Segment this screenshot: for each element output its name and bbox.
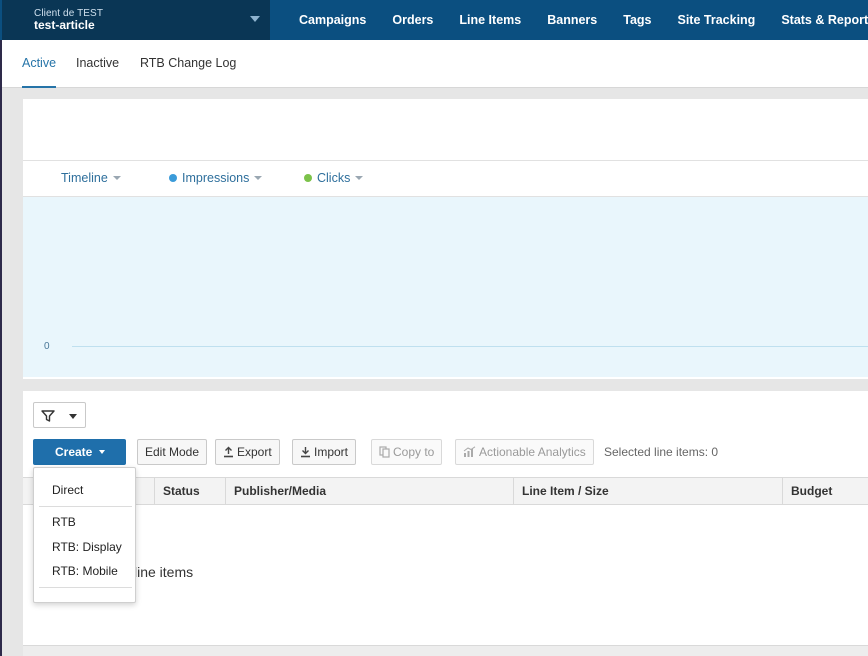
import-button[interactable]: Import [292, 439, 357, 465]
window-edge [0, 0, 2, 656]
nav-banners[interactable]: Banners [534, 0, 610, 40]
chevron-down-icon [355, 176, 364, 180]
impressions-dropdown[interactable]: Impressions [169, 161, 263, 196]
bottom-panel-edge [23, 645, 868, 656]
menu-item-rtb[interactable]: RTB [52, 515, 76, 529]
column-header-status[interactable]: Status [154, 478, 233, 504]
column-header-publisher-media[interactable]: Publisher/Media [225, 478, 514, 504]
y-tick-label: 0 [44, 341, 50, 352]
impressions-dot-icon [169, 174, 177, 182]
clicks-dot-icon [304, 174, 312, 182]
sub-tabs: Active Inactive RTB Change Log [2, 40, 868, 88]
export-label: Export [237, 445, 272, 459]
chevron-down-icon [250, 16, 260, 22]
export-icon [224, 446, 233, 458]
chart-baseline [72, 346, 868, 347]
chevron-down-icon [254, 176, 263, 180]
chevron-down-icon [69, 414, 77, 419]
tab-rtb-change-log[interactable]: RTB Change Log [140, 40, 236, 88]
copy-to-label: Copy to [393, 445, 435, 459]
menu-item-rtb-mobile[interactable]: RTB: Mobile [52, 564, 118, 578]
nav-stats-reports[interactable]: Stats & Reports [768, 0, 868, 40]
column-header-budget[interactable]: Budget [782, 478, 868, 504]
edit-mode-button[interactable]: Edit Mode [137, 439, 208, 465]
table-header: Status Publisher/Media Line Item / Size … [23, 477, 868, 505]
nav-orders[interactable]: Orders [379, 0, 446, 40]
copy-icon [379, 446, 390, 458]
column-header-line-item-size[interactable]: Line Item / Size [513, 478, 782, 504]
selected-count: Selected line items: 0 [604, 445, 719, 459]
impressions-label: Impressions [182, 171, 250, 185]
chart-panel: Timeline Impressions Clicks 0 [23, 99, 868, 379]
chart-plot-area: 0 [23, 197, 868, 377]
import-icon [301, 447, 310, 458]
tab-active[interactable]: Active [22, 40, 57, 88]
empty-table-message: line items [134, 564, 194, 580]
edit-mode-label: Edit Mode [145, 445, 200, 459]
tab-inactive[interactable]: Inactive [76, 40, 119, 88]
menu-divider [39, 587, 132, 588]
chart-controls: Timeline Impressions Clicks [23, 160, 868, 197]
clicks-dropdown[interactable]: Clicks [304, 161, 364, 196]
funnel-icon [41, 410, 55, 422]
create-label: Create [55, 445, 93, 459]
clicks-label: Clicks [317, 171, 351, 185]
nav-site-tracking[interactable]: Site Tracking [665, 0, 769, 40]
import-label: Import [314, 445, 349, 459]
create-dropdown-menu: Direct RTB RTB: Display RTB: Mobile [33, 467, 136, 603]
nav-line-items[interactable]: Line Items [446, 0, 534, 40]
menu-divider [39, 506, 132, 507]
analytics-chart-icon [463, 446, 476, 457]
chevron-down-icon [112, 176, 121, 180]
top-nav: Client de TEST test-article Campaigns Or… [0, 0, 868, 40]
export-button[interactable]: Export [215, 439, 280, 465]
filter-button[interactable] [33, 402, 86, 428]
main-nav: Campaigns Orders Line Items Banners Tags… [286, 0, 868, 40]
copy-to-button[interactable]: Copy to [371, 439, 443, 465]
create-button[interactable]: Create [33, 439, 126, 465]
line-items-panel: Create Edit Mode Export Import Copy to A… [23, 391, 868, 645]
timeline-dropdown[interactable]: Timeline [61, 161, 121, 196]
actionable-analytics-label: Actionable Analytics [479, 445, 586, 459]
chevron-down-icon [99, 450, 106, 454]
menu-item-rtb-display[interactable]: RTB: Display [52, 540, 122, 554]
timeline-label: Timeline [61, 171, 108, 185]
actionable-analytics-button[interactable]: Actionable Analytics [455, 439, 594, 465]
menu-item-direct[interactable]: Direct [52, 483, 83, 497]
nav-tags[interactable]: Tags [610, 0, 664, 40]
client-selector[interactable]: Client de TEST test-article [2, 0, 270, 40]
client-name: test-article [34, 18, 95, 32]
nav-campaigns[interactable]: Campaigns [286, 0, 379, 40]
